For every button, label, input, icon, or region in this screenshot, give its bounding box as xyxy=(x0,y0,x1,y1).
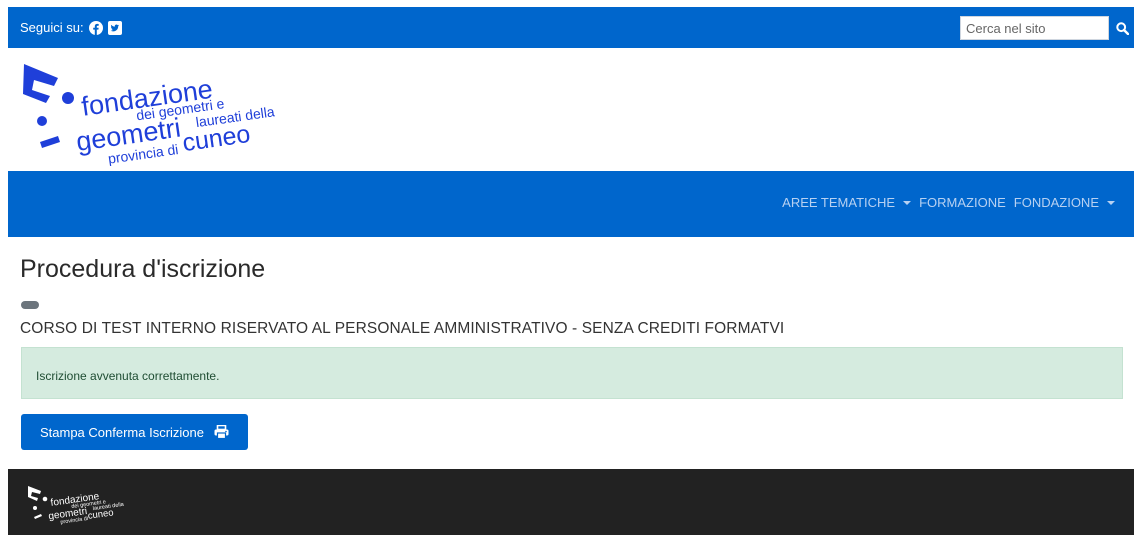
nav-item-fondazione[interactable]: FONDAZIONE xyxy=(1014,195,1115,210)
footer-logo[interactable]: fondazione dei geometri e geometri laure… xyxy=(26,483,146,527)
nav-item-label: FONDAZIONE xyxy=(1013,195,1099,210)
chevron-down-icon xyxy=(903,200,912,205)
course-title: CORSO DI TEST INTERNO RISERVATO AL PERSO… xyxy=(20,320,785,337)
social-follow: Seguici su: xyxy=(20,20,122,35)
nav-item-aree-tematiche[interactable]: AREE TEMATICHE xyxy=(782,195,912,210)
alert-message: Iscrizione avvenuta correttamente. xyxy=(36,369,220,383)
printer-icon xyxy=(214,425,229,439)
page-title: Procedura d'iscrizione xyxy=(20,255,266,283)
nav-item-formazione[interactable]: FORMAZIONE xyxy=(919,195,1006,210)
top-bar: Seguici su: xyxy=(8,7,1134,48)
print-button-label: Stampa Conferma Iscrizione xyxy=(39,424,204,440)
footer: fondazione dei geometri e geometri laure… xyxy=(8,469,1134,535)
search-button[interactable] xyxy=(1113,16,1131,40)
nav-item-label: FORMAZIONE xyxy=(919,195,1006,210)
twitter-icon[interactable] xyxy=(107,20,122,35)
chevron-down-icon xyxy=(1107,200,1115,205)
nav-item-label: AREE TEMATICHE xyxy=(782,195,896,210)
footer-logo-text-6: cuneo xyxy=(87,507,114,521)
status-badge xyxy=(21,301,39,309)
follow-label: Seguici su: xyxy=(20,20,84,35)
header-logo-area: fondazione dei geometri e geometri laure… xyxy=(8,48,1134,171)
search-icon xyxy=(1115,21,1129,35)
success-alert: Iscrizione avvenuta correttamente. xyxy=(21,347,1123,399)
facebook-icon[interactable] xyxy=(88,20,103,35)
print-confirmation-button[interactable]: Stampa Conferma Iscrizione xyxy=(21,414,248,450)
site-logo[interactable]: fondazione dei geometri e geometri laure… xyxy=(18,56,308,166)
logo-text-6: cuneo xyxy=(181,120,252,157)
main-navbar: AREE TEMATICHE FORMAZIONE FONDAZIONE xyxy=(8,171,1134,237)
nav-menu: AREE TEMATICHE FORMAZIONE FONDAZIONE xyxy=(782,195,1115,210)
search-input[interactable] xyxy=(960,16,1109,40)
